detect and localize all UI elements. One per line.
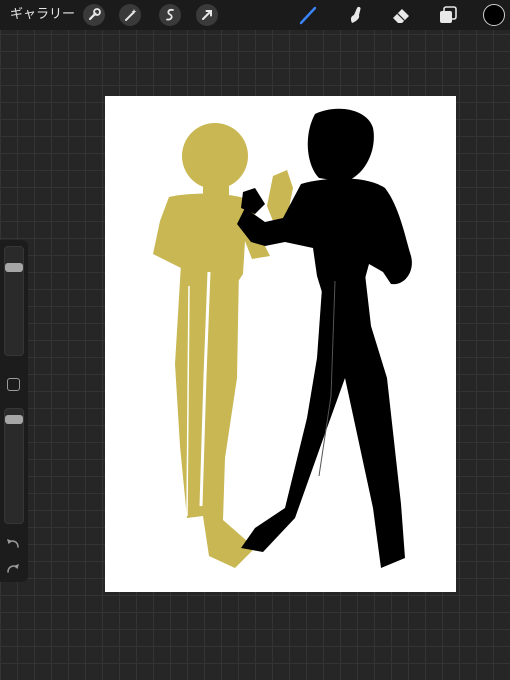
sidebar: [0, 240, 28, 582]
modify-button[interactable]: [7, 378, 20, 391]
color-picker-button[interactable]: [483, 4, 505, 26]
top-toolbar: ギャラリー: [0, 0, 510, 30]
drawing-canvas[interactable]: [105, 96, 456, 592]
magic-wand-icon[interactable]: [119, 4, 141, 26]
brush-size-slider[interactable]: [4, 246, 24, 356]
selection-icon[interactable]: [159, 4, 181, 26]
brush-size-thumb[interactable]: [5, 263, 23, 272]
gallery-button[interactable]: ギャラリー: [10, 6, 75, 24]
layers-icon[interactable]: [436, 3, 460, 27]
brush-icon[interactable]: [296, 3, 320, 27]
opacity-thumb[interactable]: [5, 415, 23, 424]
wrench-icon[interactable]: [83, 4, 105, 26]
eraser-icon[interactable]: [389, 3, 413, 27]
black-figure: [237, 108, 412, 568]
redo-icon[interactable]: [3, 560, 23, 576]
undo-icon[interactable]: [3, 535, 23, 551]
opacity-slider[interactable]: [4, 408, 24, 524]
yellow-figure: [153, 123, 293, 568]
smudge-icon[interactable]: [343, 3, 367, 27]
artwork: [153, 108, 412, 568]
transform-arrow-icon[interactable]: [196, 4, 218, 26]
